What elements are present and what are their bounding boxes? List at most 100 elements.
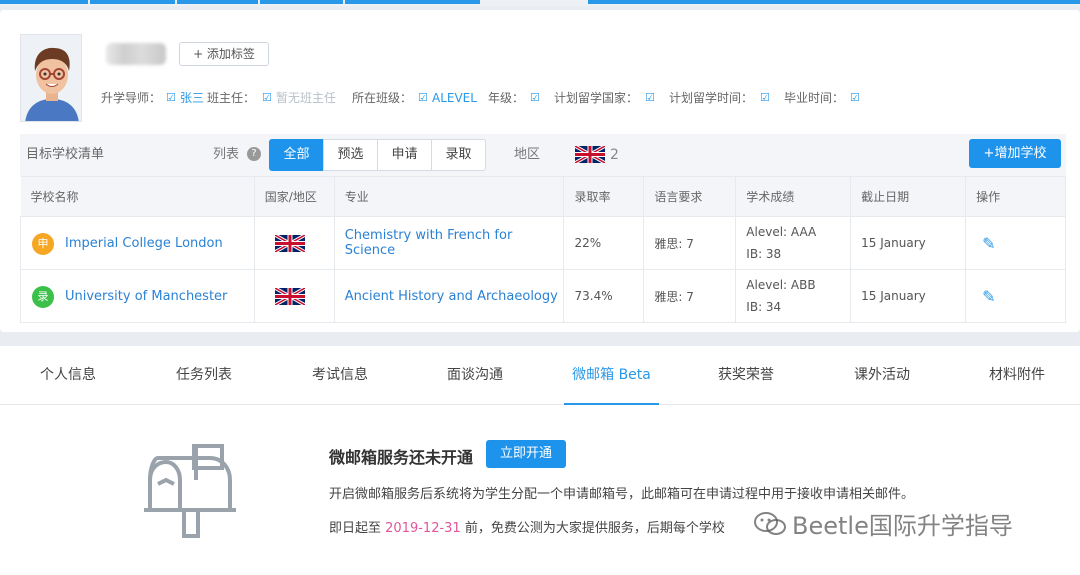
- class-label: 所在班级：: [352, 91, 413, 105]
- toolbar-title: 目标学校清单: [26, 147, 105, 162]
- score-line: IB: 38: [746, 247, 782, 261]
- actions-cell: ✎: [965, 216, 1066, 270]
- rate-cell: 73.4%: [563, 269, 645, 323]
- top-strip-segment: [0, 0, 480, 4]
- filter-all-button[interactable]: 全部: [269, 139, 324, 171]
- score-line: Alevel: ABB: [746, 278, 816, 292]
- score-line: Alevel: AAA: [746, 225, 817, 239]
- country-cell: [253, 269, 335, 323]
- graduation-label: 毕业时间：: [784, 91, 845, 105]
- edit-icon[interactable]: ✎: [982, 234, 995, 253]
- header-country: 国家/地区: [254, 176, 335, 217]
- filter-preselect-button[interactable]: 预选: [323, 139, 378, 171]
- score-cell: Alevel: ABB IB: 34: [735, 269, 852, 323]
- header-major: 专业: [334, 176, 565, 217]
- tab-micro-mailbox[interactable]: 微邮箱 Beta: [564, 359, 659, 405]
- header-actions: 操作: [965, 176, 1066, 217]
- actions-cell: ✎: [965, 269, 1066, 323]
- language-cell: 雅思: 7: [643, 269, 737, 323]
- open-mailbox-button[interactable]: 立即开通: [486, 440, 566, 468]
- status-badge: 录: [32, 286, 54, 308]
- homeroom-label: 班主任：: [207, 91, 256, 105]
- help-icon[interactable]: ?: [247, 147, 261, 161]
- edit-icon[interactable]: ☑: [760, 89, 770, 107]
- school-link[interactable]: University of Manchester: [65, 289, 227, 304]
- student-info-row: 升学导师： ☑ 张三 班主任： ☑ 暂无班主任 所在班级： ☑ ALEVEL 年…: [0, 89, 1080, 107]
- class-value[interactable]: ALEVEL: [432, 89, 477, 107]
- trial-suffix: 前，免费公测为大家提供服务，后期每个学校: [464, 521, 725, 536]
- edit-icon[interactable]: ☑: [418, 89, 428, 107]
- homeroom-value[interactable]: 暂无班主任: [276, 89, 336, 107]
- add-school-button[interactable]: +增加学校: [969, 139, 1061, 168]
- edit-icon[interactable]: ☑: [262, 89, 272, 107]
- add-tag-button[interactable]: + 添加标签: [179, 42, 269, 66]
- tab-task-list[interactable]: 任务列表: [176, 359, 232, 405]
- school-cell: 录 University of Manchester: [20, 269, 255, 323]
- country-cell: [253, 216, 335, 270]
- student-detail-card: 个人信息 任务列表 考试信息 面谈沟通 微邮箱 Beta 获奖荣誉 课外活动 材…: [0, 346, 1080, 575]
- uk-flag-icon[interactable]: [575, 146, 605, 163]
- avatar: [20, 34, 82, 122]
- list-label: 列表: [213, 147, 240, 162]
- header-deadline: 截止日期: [850, 176, 967, 217]
- edit-icon[interactable]: ☑: [645, 89, 655, 107]
- tab-interview[interactable]: 面谈沟通: [447, 359, 503, 405]
- school-cell: 申 Imperial College London: [20, 216, 255, 270]
- school-link[interactable]: Imperial College London: [65, 236, 223, 251]
- mailbox-title: 微邮箱服务还未开通: [329, 448, 474, 467]
- major-cell: Ancient History and Archaeology: [333, 269, 565, 323]
- student-profile-card: + 添加标签 升学导师： ☑ 张三 班主任： ☑ 暂无班主任 所在班级： ☑ A…: [0, 10, 1080, 332]
- target-school-table: 学校名称 国家/地区 专业 录取率 语言要求 学术成绩 截止日期 操作 申 Im…: [20, 176, 1066, 323]
- table-row: 申 Imperial College London Chemistry with…: [20, 216, 1066, 270]
- edit-icon[interactable]: ☑: [530, 89, 540, 107]
- major-cell: Chemistry with French for Science: [333, 216, 565, 270]
- edit-icon[interactable]: ☑: [850, 89, 860, 107]
- status-badge: 申: [32, 233, 54, 255]
- score-line: IB: 34: [746, 300, 782, 314]
- tab-exam-info[interactable]: 考试信息: [312, 359, 368, 405]
- tab-personal-info[interactable]: 个人信息: [40, 359, 96, 405]
- filter-segmented-control: 全部 预选 申请 录取: [269, 139, 486, 171]
- region-count: 2: [610, 147, 619, 163]
- mailbox-icon: [144, 444, 236, 538]
- table-header-row: 学校名称 国家/地区 专业 录取率 语言要求 学术成绩 截止日期 操作: [20, 176, 1066, 217]
- rate-cell: 22%: [563, 216, 645, 270]
- mailbox-description: 开启微邮箱服务后系统将为学生分配一个申请邮箱号，此邮箱可在申请过程中用于接收申请…: [329, 487, 915, 502]
- deadline-cell: 15 January: [850, 216, 967, 270]
- top-tab-strip: [0, 0, 1080, 6]
- country-label: 计划留学国家：: [554, 91, 639, 105]
- tab-awards[interactable]: 获奖荣誉: [718, 359, 774, 405]
- grade-label: 年级：: [488, 91, 525, 105]
- wechat-icon: [754, 512, 786, 535]
- region-label: 地区: [514, 147, 541, 162]
- trial-date: 2019-12-31: [385, 521, 461, 536]
- mailbox-trial-notice: 即日起至 2019-12-31 前，免费公测为大家提供服务，后期每个学校: [329, 517, 725, 536]
- advisor-label: 升学导师：: [101, 91, 162, 105]
- trial-prefix: 即日起至: [329, 521, 382, 536]
- filter-admitted-button[interactable]: 录取: [431, 139, 486, 171]
- table-row: 录 University of Manchester Ancient Histo…: [20, 269, 1066, 323]
- study-time-label: 计划留学时间：: [669, 91, 754, 105]
- student-name-blurred: [106, 43, 166, 65]
- uk-flag-icon: [274, 287, 305, 305]
- uk-flag-icon: [274, 234, 305, 252]
- watermark-text: Beetle国际升学指导: [792, 512, 1013, 540]
- deadline-cell: 15 January: [850, 269, 967, 323]
- header-score: 学术成绩: [735, 176, 852, 217]
- filter-apply-button[interactable]: 申请: [377, 139, 432, 171]
- edit-icon[interactable]: ✎: [982, 287, 995, 306]
- detail-tabs: 个人信息 任务列表 考试信息 面谈沟通 微邮箱 Beta 获奖荣誉 课外活动 材…: [0, 359, 1080, 405]
- tab-attachments[interactable]: 材料附件: [989, 359, 1045, 405]
- target-school-toolbar: 目标学校清单 列表 ? 全部 预选 申请 录取 地区 2 +增加学校: [20, 134, 1066, 176]
- header-rate: 录取率: [563, 176, 645, 217]
- header-language: 语言要求: [643, 176, 737, 217]
- major-link[interactable]: Chemistry with French for Science: [345, 228, 513, 258]
- header-school: 学校名称: [20, 176, 255, 217]
- tab-activities[interactable]: 课外活动: [854, 359, 910, 405]
- advisor-value[interactable]: 张三: [180, 89, 204, 107]
- edit-icon[interactable]: ☑: [166, 89, 176, 107]
- major-link[interactable]: Ancient History and Archaeology: [345, 289, 558, 304]
- language-cell: 雅思: 7: [643, 216, 737, 270]
- score-cell: Alevel: AAA IB: 38: [735, 216, 852, 270]
- top-strip-segment: [588, 0, 1080, 4]
